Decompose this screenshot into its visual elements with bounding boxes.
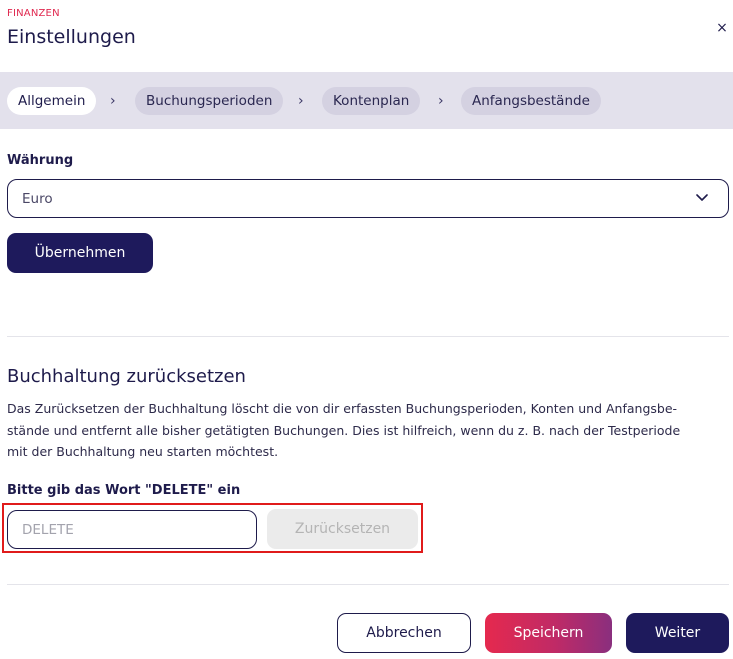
delete-confirm-input[interactable] (7, 510, 257, 549)
step-buchungsperioden[interactable]: Buchungsperioden (135, 87, 284, 115)
confirm-label: Bitte gib das Wort "DELETE" ein (7, 483, 241, 498)
chevron-down-icon (696, 194, 708, 201)
step-kontenplan[interactable]: Kontenplan (322, 87, 421, 115)
currency-selected-value: Euro (22, 191, 53, 207)
step-anfangsbestaende[interactable]: Anfangsbestände (461, 87, 601, 115)
reset-description-line: stände und entfernt alle bisher getätigt… (7, 422, 681, 438)
dialog-header: FINANZEN Einstellungen × (0, 0, 733, 72)
currency-select[interactable]: Euro (7, 179, 729, 218)
reset-section-title: Buchhaltung zurücksetzen (7, 366, 246, 387)
chevron-right-icon: › (110, 93, 116, 109)
section-divider (7, 336, 729, 337)
cancel-button[interactable]: Abbrechen (337, 613, 471, 653)
footer-divider (7, 584, 729, 585)
save-button[interactable]: Speichern (485, 613, 612, 653)
apply-button[interactable]: Übernehmen (7, 233, 153, 273)
step-navigation: Allgemein › Buchungsperioden › Kontenpla… (0, 72, 733, 129)
step-allgemein[interactable]: Allgemein (7, 87, 97, 115)
page-title: Einstellungen (7, 26, 136, 48)
reset-description-line: mit der Buchhaltung neu starten möchtest… (7, 444, 279, 459)
reset-description-line: Das Zurücksetzen der Buchhaltung löscht … (7, 401, 678, 416)
reset-button[interactable]: Zurücksetzen (267, 509, 418, 549)
close-icon[interactable]: × (712, 18, 732, 38)
chevron-right-icon: › (438, 93, 444, 109)
next-button[interactable]: Weiter (626, 613, 729, 653)
chevron-right-icon: › (298, 93, 304, 109)
module-eyebrow: FINANZEN (7, 8, 60, 19)
currency-label: Währung (7, 153, 74, 168)
reset-description: Das Zurücksetzen der Buchhaltung löscht … (7, 398, 727, 463)
